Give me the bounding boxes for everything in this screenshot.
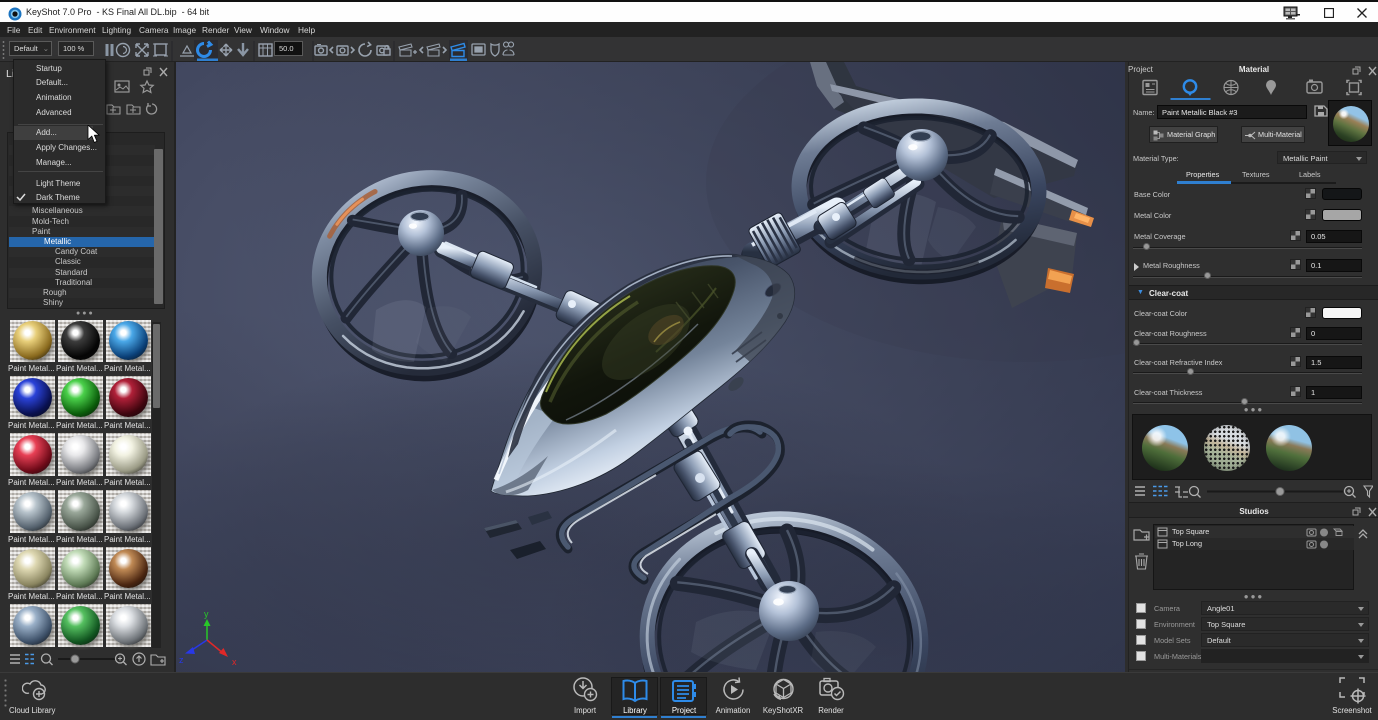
- svg-text:y: y: [204, 609, 209, 619]
- svg-text:z: z: [179, 655, 184, 665]
- svg-text:x: x: [232, 657, 237, 667]
